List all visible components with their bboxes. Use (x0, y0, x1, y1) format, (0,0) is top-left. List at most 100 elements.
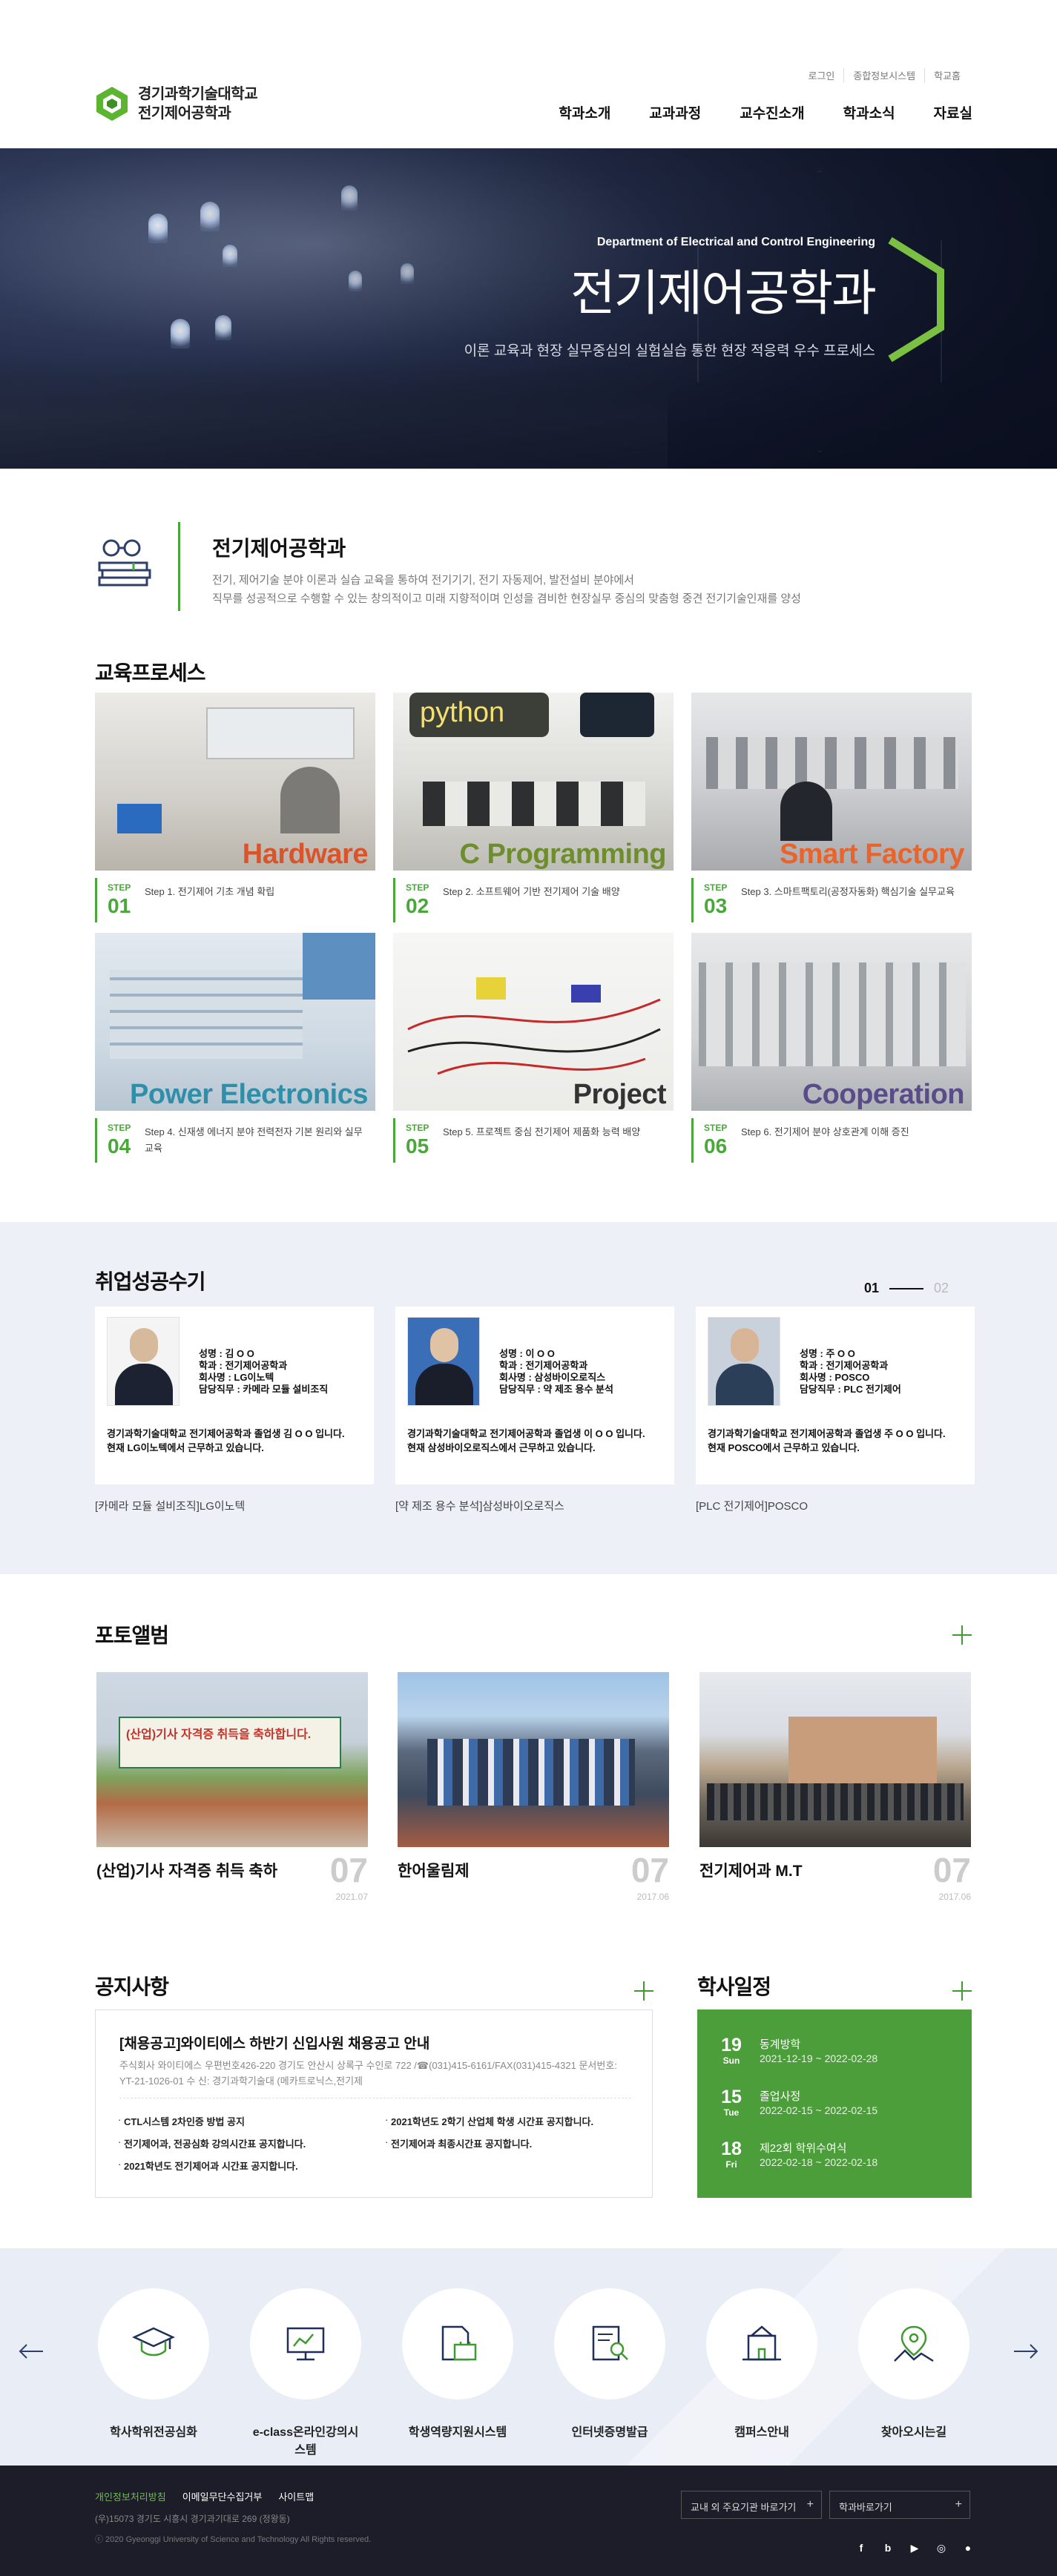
employment-card[interactable]: 성명 : 김 O O 학과 : 전기제어공학과 회사명 : LG이노텍 담당직무… (95, 1307, 374, 1484)
photo-image: (산업)기사 자격증 취득을 축하합니다. (96, 1672, 368, 1847)
step-description: Step 4. 신재생 에너지 분야 전력전자 기본 원리와 실무교육 (145, 1126, 363, 1154)
pager-current[interactable]: 01 (864, 1281, 879, 1296)
notice-summary: 주식회사 와이티에스 우편번호426-220 경기도 안산시 상록구 수인로 7… (119, 2060, 617, 2087)
graduate-dept: 학과 : 전기제어공학과 (199, 1360, 288, 1371)
bullet-icon: · (118, 2136, 122, 2147)
notice-item[interactable]: 전기제어과, 전공심화 강의시간표 공지합니다. (124, 2136, 306, 2150)
nav-item-curriculum[interactable]: 교과과정 (649, 102, 701, 122)
youtube-icon[interactable]: ▶ (906, 2540, 923, 2556)
institution-shortcut-select[interactable]: 교내 외 주요기관 바로가기 (681, 2491, 822, 2519)
education-card-label: Hardware (242, 839, 369, 870)
photo-card[interactable]: 전기제어과 M.T 07 2017.06 (699, 1672, 971, 1902)
photo-title: (산업)기사 자격증 취득 축하 (96, 1863, 278, 1880)
student-image (780, 782, 832, 841)
nav-item-resources[interactable]: 자료실 (934, 102, 972, 122)
info-system-link[interactable]: 종합정보시스템 (843, 68, 924, 82)
quick-link-campus[interactable]: 캠퍼스안내 (706, 2288, 817, 2440)
pager-next[interactable]: 02 (934, 1281, 949, 1296)
education-photo: Smart Factory (691, 693, 972, 871)
books-glasses-icon (98, 539, 151, 587)
education-card-hardware[interactable]: Hardware STEP 01 Step 1. 전기제어 기초 개념 확립 (95, 693, 375, 922)
graduate-duty: 담당직무 : PLC 전기제어 (800, 1384, 901, 1395)
employment-pager: 01 02 (864, 1281, 949, 1296)
photo-card[interactable]: (산업)기사 자격증 취득을 축하합니다. (산업)기사 자격증 취득 축하 0… (96, 1672, 368, 1902)
kakao-icon[interactable]: ● (960, 2540, 976, 2556)
photo-day: 07 (932, 1851, 971, 1889)
quick-link-directions[interactable]: 찾아오시는길 (858, 2288, 969, 2440)
email-policy-link[interactable]: 이메일무단수집거부 (182, 2489, 263, 2503)
department-shortcut-select[interactable]: 학과바로가기 (829, 2491, 970, 2519)
photo-more-plus-icon[interactable] (952, 1625, 972, 1645)
education-card-cooperation[interactable]: Cooperation STEP 06 Step 6. 전기제어 분야 상호관계… (691, 933, 972, 1163)
employment-caption[interactable]: [약 제조 용수 분석]삼성바이오로직스 (395, 1498, 564, 1513)
school-home-link[interactable]: 학교홈 (924, 68, 969, 82)
notice-item[interactable]: 2021학년도 전기제어과 시간표 공지합니다. (124, 2159, 298, 2173)
privacy-policy-link[interactable]: 개인정보처리방침 (95, 2489, 166, 2503)
step-description: Step 3. 스마트팩토리(공정자동화) 핵심기술 실무교육 (741, 886, 955, 897)
graduate-info: 성명 : 김 O O 학과 : 전기제어공학과 회사명 : LG이노텍 담당직무… (199, 1348, 328, 1396)
bullet-icon: · (118, 2114, 122, 2125)
site-logo[interactable]: 경기과학기술대학교 전기제어공학과 (95, 85, 258, 123)
graduate-photo (708, 1317, 780, 1406)
quick-link-certificate[interactable]: 인터넷증명발급 (554, 2288, 665, 2440)
notice-item[interactable]: 2021학년도 2학기 산업체 학생 시간표 공지합니다. (391, 2114, 593, 2128)
education-card-project[interactable]: Project STEP 05 Step 5. 프로젝트 중심 전기제어 제품화… (393, 933, 674, 1163)
calendar-weekday: Sun (722, 2055, 740, 2066)
employment-caption[interactable]: [카메라 모듈 설비조직]LG이노텍 (95, 1498, 245, 1513)
notice-more-plus-icon[interactable] (634, 1981, 653, 2001)
notice-item[interactable]: CTL시스템 2차인증 방법 공지 (124, 2114, 245, 2128)
quick-links-section: 학사학위전공심화 e-class온라인강의시스템 학생역량지원시스템 인터넷증명… (0, 2248, 1057, 2466)
arrow-left-icon[interactable] (18, 2343, 45, 2359)
education-card-label: Cooperation (802, 1079, 965, 1110)
nav-item-faculty[interactable]: 교수진소개 (740, 102, 804, 122)
instagram-icon[interactable]: ◎ (933, 2540, 949, 2556)
calendar-item[interactable]: 15 Tue 졸업사정 2022-02-15 ~ 2022-02-15 (718, 2087, 963, 2128)
bullet-icon: · (118, 2159, 122, 2170)
education-card-power-electronics[interactable]: Power Electronics STEP 04 Step 4. 신재생 에너… (95, 933, 375, 1163)
education-card-label: Smart Factory (779, 839, 965, 870)
notice-headline[interactable]: [채용공고]와이티에스 하반기 신입사원 채용공고 안내 (119, 2032, 429, 2052)
step-description: Step 6. 전기제어 분야 상호관계 이해 증진 (741, 1126, 909, 1137)
graduate-name: 성명 : 김 O O (199, 1348, 254, 1359)
graduate-quote: 경기과학기술대학교 전기제어공학과 졸업생 주 O O 입니다. 현재 POSC… (708, 1427, 967, 1455)
quick-link-degree[interactable]: 학사학위전공심화 (98, 2288, 209, 2440)
employment-card[interactable]: 성명 : 주 O O 학과 : 전기제어공학과 회사명 : POSCO 담당직무… (696, 1307, 975, 1484)
step-description: Step 5. 프로젝트 중심 전기제어 제품화 능력 배양 (443, 1126, 641, 1137)
calendar-date: 18 Fri (718, 2139, 745, 2170)
calendar-title: 졸업사정 (760, 2090, 801, 2103)
arrow-right-icon[interactable] (1012, 2343, 1039, 2359)
step-number: 04 (108, 1135, 131, 1157)
quick-link-eclass[interactable]: e-class온라인강의시스템 (250, 2288, 361, 2457)
quick-link-label: 인터넷증명발급 (571, 2426, 648, 2439)
photo-year-month: 2017.06 (938, 1892, 971, 1902)
education-card-smart-factory[interactable]: Smart Factory STEP 03 Step 3. 스마트팩토리(공정자… (691, 693, 972, 922)
graduate-quote: 경기과학기술대학교 전기제어공학과 졸업생 이 O O 입니다. 현재 삼성바이… (407, 1427, 667, 1455)
login-link[interactable]: 로그인 (799, 68, 843, 82)
quick-link-circle (250, 2288, 361, 2400)
notice-item[interactable]: 전기제어과 최종시간표 공지합니다. (391, 2136, 532, 2150)
calendar-day: 18 (721, 2139, 742, 2159)
calendar-box: 19 Sun 동계방학 2021-12-19 ~ 2022-02-28 15 Tue… (697, 2009, 972, 2198)
sitemap-link[interactable]: 사이트맵 (278, 2489, 314, 2503)
education-section-title: 교육프로세스 (95, 661, 206, 684)
calendar-more-plus-icon[interactable] (952, 1981, 972, 2001)
photo-day: 07 (630, 1851, 669, 1889)
employment-card[interactable]: 성명 : 이 O O 학과 : 전기제어공학과 회사명 : 삼성바이오로직스 담… (395, 1307, 674, 1484)
calendar-item[interactable]: 19 Sun 동계방학 2021-12-19 ~ 2022-02-28 (718, 2035, 963, 2076)
quick-link-student-support[interactable]: 학생역량지원시스템 (402, 2288, 513, 2440)
calendar-item[interactable]: 18 Fri 제22회 학위수여식 2022-02-18 ~ 2022-02-18 (718, 2139, 963, 2180)
blog-icon[interactable]: b (880, 2540, 896, 2556)
quick-link-circle (858, 2288, 969, 2400)
nav-item-news[interactable]: 학과소식 (843, 102, 895, 122)
education-card-c-programming[interactable]: python C Programming STEP 02 Step 2. 소프트… (393, 693, 674, 922)
nav-item-intro[interactable]: 학과소개 (559, 102, 610, 122)
photo-card[interactable]: 한어울림제 07 2017.06 (398, 1672, 669, 1902)
graduate-name: 성명 : 이 O O (499, 1348, 555, 1359)
quote-line: 현재 LG이노텍에서 근무하고 있습니다. (107, 1442, 264, 1453)
main-nav: 학과소개 교과과정 교수진소개 학과소식 자료실 (559, 102, 972, 122)
employment-caption[interactable]: [PLC 전기제어]POSCO (696, 1498, 808, 1513)
building-image (788, 1717, 937, 1783)
education-step: STEP 01 Step 1. 전기제어 기초 개념 확립 (95, 878, 375, 922)
step-label: STEP (406, 882, 429, 893)
facebook-icon[interactable]: f (853, 2540, 869, 2556)
